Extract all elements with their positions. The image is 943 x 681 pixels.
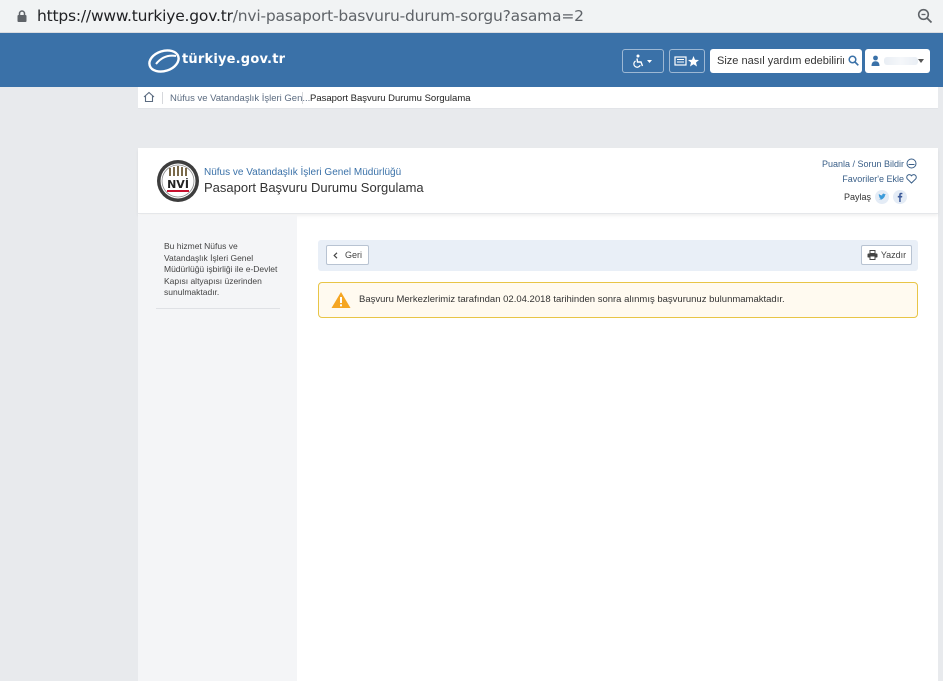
browser-address-bar[interactable]: https://www.turkiye.gov.tr/nvi-pasaport-… [0,0,943,33]
warning-icon [331,292,351,308]
redacted-username [884,57,918,65]
search-icon[interactable] [848,55,859,66]
breadcrumb-separator [302,92,303,104]
user-menu-button[interactable] [865,49,930,73]
back-chevron-icon [333,251,338,259]
warning-alert: Başvuru Merkezlerimiz tarafından 02.04.2… [318,282,918,318]
service-panel: NVİ Nüfus ve Vatandaşlık İşleri Genel Mü… [138,148,938,681]
breadcrumb-separator [162,92,163,104]
logo-swoosh-icon [148,49,180,73]
facebook-icon[interactable] [893,190,908,204]
url-host: https://www.turkiye.gov.tr [37,7,233,25]
service-info-text: Bu hizmet Nüfus ve Vatandaşlık İşleri Ge… [164,241,278,297]
turkiye-gov-logo[interactable]: türkiye.gov.tr [146,44,286,78]
alert-message: Başvuru Merkezlerimiz tarafından 02.04.2… [359,294,785,305]
breadcrumb-item-organization[interactable]: Nüfus ve Vatandaşlık İşleri Gen... [170,93,310,104]
chevron-down-icon [918,59,924,63]
favorites-button[interactable] [669,49,705,73]
add-favorites-link[interactable]: Favoriler'e Ekle [842,174,917,184]
sidebar-divider [156,308,280,309]
service-header: NVİ Nüfus ve Vatandaşlık İşleri Genel Mü… [138,148,938,214]
share-label: Paylaş [844,192,872,202]
lock-icon [17,10,27,22]
breadcrumb: Nüfus ve Vatandaşlık İşleri Gen... Pasap… [138,87,938,109]
share-row: Paylaş [844,190,908,204]
nvi-logo-text: NVİ [167,177,189,191]
home-icon[interactable] [143,91,155,103]
url-text[interactable]: https://www.turkiye.gov.tr/nvi-pasaport-… [37,7,584,25]
nvi-logo-icon: NVİ [157,160,199,202]
back-button[interactable]: Geri [326,245,369,265]
accessibility-icon [633,54,652,68]
favorites-link-label: Favoriler'e Ekle [842,174,904,184]
accessibility-button[interactable] [622,49,664,73]
favorites-icon [674,56,699,67]
site-search[interactable] [710,49,862,73]
content-toolbar: Geri Yazdır [318,240,918,271]
organization-name[interactable]: Nüfus ve Vatandaşlık İşleri Genel Müdürl… [204,167,401,178]
back-button-label: Geri [344,250,362,260]
rate-report-link[interactable]: Puanla / Sorun Bildir [822,158,917,169]
print-icon [867,250,878,260]
zoom-icon[interactable] [917,8,933,24]
print-button[interactable]: Yazdır [861,245,912,265]
breadcrumb-item-current: Pasaport Başvuru Durumu Sorgulama [310,93,471,104]
twitter-icon[interactable] [875,190,890,204]
rate-icon [906,158,917,169]
logo-text: türkiye.gov.tr [182,52,286,67]
sidebar: Bu hizmet Nüfus ve Vatandaşlık İşleri Ge… [138,215,297,681]
url-path: /nvi-pasaport-basvuru-durum-sorgu?asama=… [232,7,584,25]
user-icon [871,55,880,66]
rate-link-label: Puanla / Sorun Bildir [821,158,904,169]
print-button-label: Yazdır [880,250,907,260]
site-header: türkiye.gov.tr [0,33,943,87]
page-title: Pasaport Başvuru Durumu Sorgulama [204,180,424,195]
heart-icon [906,174,917,184]
search-input[interactable] [710,49,844,73]
